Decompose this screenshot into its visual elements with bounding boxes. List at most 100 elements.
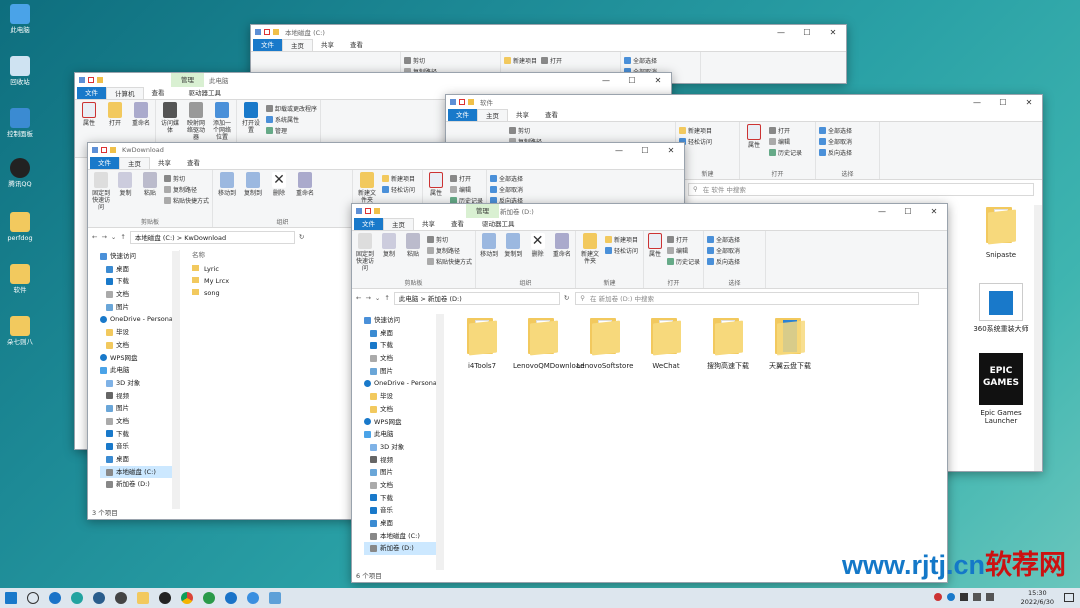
nav-local-disk-c[interactable]: 本地磁盘 (C:) (364, 530, 443, 543)
nav-music[interactable]: 音乐 (100, 440, 179, 453)
title-bar[interactable]: 管理 此电脑 — ☐ ✕ (75, 73, 671, 87)
nav-pc-downloads[interactable]: 下载 (364, 492, 443, 505)
open-button[interactable]: 打开 (541, 56, 562, 65)
chevron-down-icon[interactable]: ⌄ (375, 294, 380, 302)
taskbar-app-2[interactable] (68, 589, 86, 607)
copy-path-button[interactable]: 复制路径 (427, 246, 472, 255)
new-item-button[interactable]: 新建项目 (679, 126, 712, 135)
tray-app-icon[interactable] (947, 593, 955, 601)
back-arrow-icon[interactable]: ← (356, 294, 361, 302)
open-button[interactable]: 打开 (769, 126, 802, 135)
back-arrow-icon[interactable]: ← (92, 233, 97, 241)
folder-item-tianyi-cloud[interactable]: 天翼云盘下载 (760, 316, 820, 370)
close-button[interactable]: ✕ (921, 204, 947, 218)
desktop-icon-control-panel[interactable]: 控制面板 (2, 108, 38, 138)
folder-item-sogou-download[interactable]: 搜狗高速下载 (698, 316, 758, 370)
tab-file[interactable]: 文件 (448, 109, 477, 121)
nav-pc-pictures[interactable]: 图片 (100, 402, 179, 415)
open-button[interactable]: 打开 (449, 174, 483, 183)
history-button[interactable]: 历史记录 (666, 257, 700, 266)
cut-button[interactable]: 剪切 (509, 126, 542, 135)
taskbar-app-5[interactable] (200, 589, 218, 607)
tab-view[interactable]: 查看 (342, 39, 371, 51)
uninstall-program-button[interactable]: 卸载或更改程序 (266, 104, 317, 113)
taskbar-file-explorer[interactable] (134, 589, 152, 607)
tab-file[interactable]: 文件 (77, 87, 106, 99)
refresh-icon[interactable]: ↻ (299, 233, 304, 241)
tab-view[interactable]: 查看 (144, 87, 173, 99)
title-bar[interactable]: KwDownload — ☐ ✕ (88, 143, 684, 157)
close-button[interactable]: ✕ (820, 25, 846, 39)
maximize-button[interactable]: ☐ (895, 204, 921, 218)
address-input[interactable]: 此电脑 > 新加卷 (D:) (393, 291, 560, 305)
nav-desktop[interactable]: 桌面 (100, 263, 179, 276)
title-bar[interactable]: 软件 — ☐ ✕ (446, 95, 1042, 109)
maximize-button[interactable]: ☐ (794, 25, 820, 39)
tab-home[interactable]: 主页 (477, 109, 508, 121)
search-button[interactable] (24, 589, 42, 607)
chevron-up-icon[interactable] (960, 593, 968, 601)
nav-scrollbar[interactable] (436, 314, 444, 570)
folder-item-i4tools7[interactable]: i4Tools7 (452, 316, 512, 370)
nav-desktop[interactable]: 桌面 (364, 327, 443, 340)
tab-share[interactable]: 共享 (313, 39, 342, 51)
nav-pc-downloads[interactable]: 下载 (100, 428, 179, 441)
search-box[interactable]: ⚲ 在 软件 中搜索 (688, 182, 1034, 196)
tab-home[interactable]: 主页 (282, 39, 313, 51)
forward-arrow-icon[interactable]: → (101, 233, 106, 241)
tab-view[interactable]: 查看 (443, 218, 472, 230)
edit-button[interactable]: 编辑 (666, 246, 700, 255)
easy-access-button[interactable]: 轻松访问 (605, 246, 638, 255)
select-all-button[interactable]: 全部选择 (819, 126, 852, 135)
nav-pc-pictures[interactable]: 图片 (364, 466, 443, 479)
clock[interactable]: 15:30 2022/6/30 (1021, 589, 1054, 607)
taskbar-app-6[interactable] (222, 589, 240, 607)
nav-3d-objects[interactable]: 3D 对象 (100, 377, 179, 390)
select-all-button[interactable]: 全部选择 (624, 56, 657, 65)
nav-local-disk-c[interactable]: 本地磁盘 (C:) (100, 465, 179, 479)
nav-this-pc[interactable]: 此电脑 (100, 364, 179, 377)
taskbar-app-3[interactable] (90, 589, 108, 607)
history-button[interactable]: 历史记录 (769, 148, 802, 157)
start-button[interactable] (2, 589, 20, 607)
paste-shortcut-button[interactable]: 粘贴快捷方式 (427, 257, 472, 266)
desktop-icon-misc[interactable]: 朵七则八 (2, 316, 38, 346)
tab-share[interactable]: 共享 (150, 157, 179, 169)
tab-computer[interactable]: 计算机 (106, 87, 144, 99)
nav-downloads[interactable]: 下载 (364, 339, 443, 352)
invert-selection-button[interactable]: 反向选择 (819, 148, 852, 157)
taskbar-app-7[interactable] (244, 589, 262, 607)
window-new-volume-d[interactable]: 管理 新加卷 (D:) — ☐ ✕ 文件 主页 共享 查看 驱动器工具 固定到快速访… (351, 203, 948, 583)
select-none-button[interactable]: 全部取消 (707, 246, 740, 255)
notification-icon[interactable] (1064, 593, 1074, 602)
context-tab-manage[interactable]: 管理 (466, 204, 499, 218)
maximize-button[interactable]: ☐ (619, 73, 645, 87)
chevron-down-icon[interactable]: ⌄ (111, 233, 116, 241)
nav-this-pc[interactable]: 此电脑 (364, 428, 443, 441)
select-all-button[interactable]: 全部选择 (490, 174, 523, 183)
nav-pc-desktop[interactable]: 桌面 (100, 453, 179, 466)
network-icon[interactable] (973, 593, 981, 601)
new-item-button[interactable]: 新建项目 (605, 235, 638, 244)
desktop-icon-this-pc[interactable]: 此电脑 (2, 4, 38, 34)
tab-view[interactable]: 查看 (179, 157, 208, 169)
list-item[interactable]: song (192, 287, 229, 299)
tab-file[interactable]: 文件 (90, 157, 119, 169)
copy-path-button[interactable]: 复制路径 (163, 185, 209, 194)
close-button[interactable]: ✕ (1016, 95, 1042, 109)
volume-icon[interactable] (986, 593, 994, 601)
nav-wps[interactable]: WPS网盘 (364, 416, 443, 429)
forward-arrow-icon[interactable]: → (365, 294, 370, 302)
list-item[interactable]: My Lrcx (192, 275, 229, 287)
refresh-icon[interactable]: ↻ (564, 294, 569, 302)
nav-bishe[interactable]: 毕设 (100, 326, 179, 339)
easy-access-button[interactable]: 轻松访问 (382, 185, 415, 194)
minimize-button[interactable]: — (606, 143, 632, 157)
nav-new-volume-d[interactable]: 新加卷 (D:) (100, 478, 179, 491)
minimize-button[interactable]: — (964, 95, 990, 109)
taskbar-app-8[interactable] (266, 589, 284, 607)
system-properties-button[interactable]: 系统属性 (266, 115, 317, 124)
nav-quick-access[interactable]: 快速访问 (364, 314, 443, 327)
file-item-360-reinstall[interactable]: 360系统重装大师 (971, 283, 1031, 333)
minimize-button[interactable]: — (869, 204, 895, 218)
